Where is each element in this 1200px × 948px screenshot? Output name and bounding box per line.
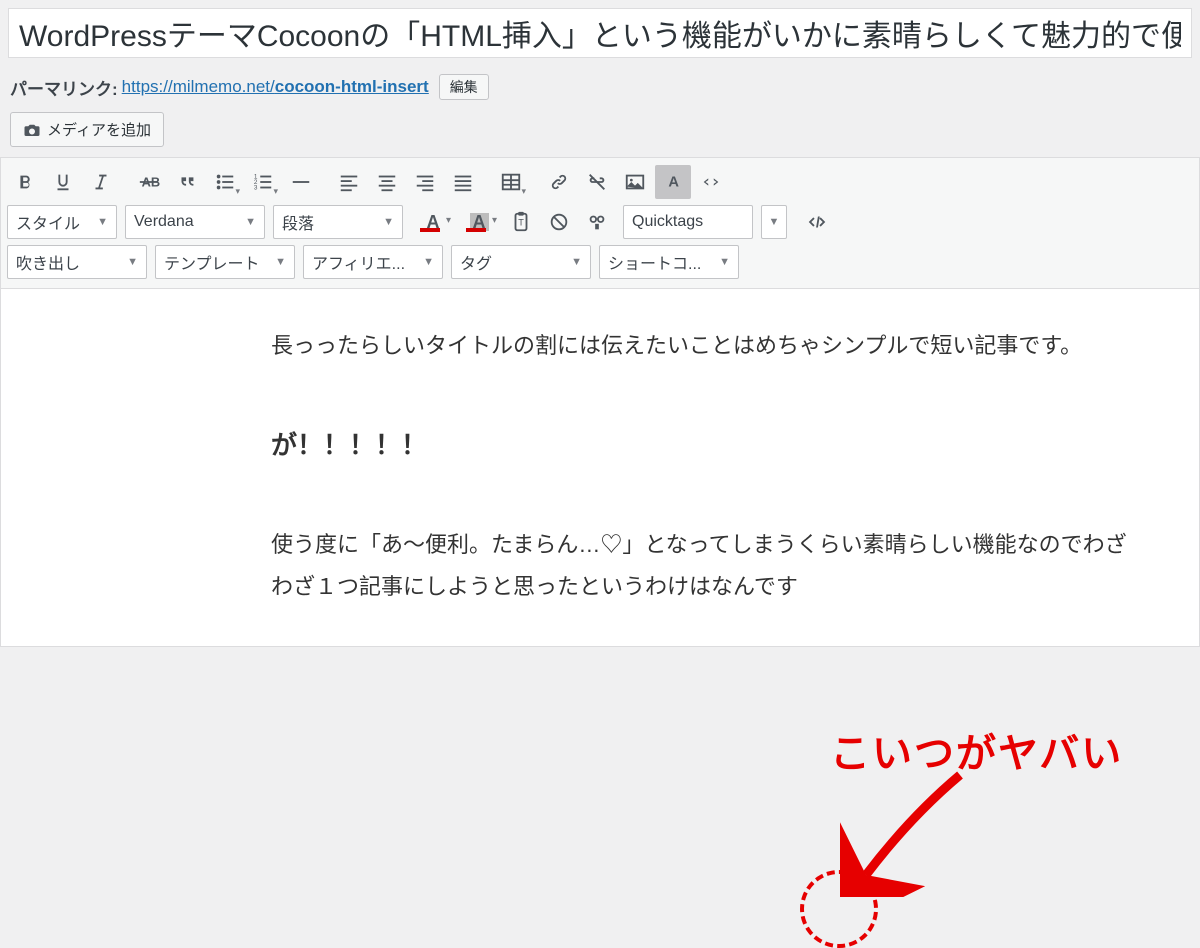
clear-format-button[interactable] [541,205,577,239]
code-button[interactable] [693,165,729,199]
strikethrough-button[interactable]: ABC [131,165,167,199]
bg-color-button[interactable]: A [457,205,501,239]
blockquote-button[interactable] [169,165,205,199]
add-media-label: メディアを追加 [47,119,151,140]
text-color-swatch [420,228,440,232]
unlink-button[interactable] [579,165,615,199]
align-right-button[interactable] [407,165,443,199]
toolbar-row-3: 吹き出し▼ テンプレート▼ アフィリエ...▼ タグ▼ ショートコ...▼ [7,242,1193,282]
text-background-button[interactable]: A [655,165,691,199]
shortcode-select[interactable]: ショートコ...▼ [599,245,739,279]
bullet-list-button[interactable] [207,165,243,199]
align-justify-button[interactable] [445,165,481,199]
editor-toolbar: ABC 123 A スタイル▼ Verdana▼ 段落▼ A [1,158,1199,289]
text-color-button[interactable]: A [411,205,455,239]
permalink-row: パーマリンク: https://milmemo.net/cocoon-html-… [0,64,1200,106]
permalink-link[interactable]: https://milmemo.net/cocoon-html-insert [122,77,429,97]
annotation-arrow-icon [840,757,1020,897]
paste-text-button[interactable]: T [503,205,539,239]
add-media-button[interactable]: メディアを追加 [10,112,164,147]
find-replace-button[interactable] [579,205,615,239]
svg-text:A: A [668,175,679,191]
html-insert-button[interactable] [799,205,835,239]
align-center-button[interactable] [369,165,405,199]
toolbar-row-2: スタイル▼ Verdana▼ 段落▼ A A T Quicktags ▼ [7,202,1193,242]
link-button[interactable] [541,165,577,199]
tag-select[interactable]: タグ▼ [451,245,591,279]
bg-color-swatch [466,228,486,232]
hr-button[interactable] [283,165,319,199]
editor-content[interactable]: 長っったらしいタイトルの割には伝えたいことはめちゃシンプルで短い記事です。 が！… [1,289,1199,646]
content-paragraph: 使う度に「あ〜便利。たまらん…♡」となってしまうくらい素晴らしい機能なのでわざわ… [271,524,1139,608]
permalink-edit-button[interactable]: 編集 [439,74,489,100]
svg-text:T: T [518,218,524,228]
permalink-slug: cocoon-html-insert [275,77,429,96]
quicktags-caret[interactable]: ▼ [761,205,787,239]
numbered-list-button[interactable]: 123 [245,165,281,199]
content-paragraph: 長っったらしいタイトルの割には伝えたいことはめちゃシンプルで短い記事です。 [271,325,1139,367]
content-paragraph: が！！！！！ [271,421,1139,470]
template-select[interactable]: テンプレート▼ [155,245,295,279]
align-left-button[interactable] [331,165,367,199]
toolbar-row-1: ABC 123 A [7,162,1193,202]
affiliate-select[interactable]: アフィリエ...▼ [303,245,443,279]
bold-button[interactable] [7,165,43,199]
underline-button[interactable] [45,165,81,199]
camera-icon [23,121,41,139]
quicktags-select[interactable]: Quicktags [623,205,753,239]
table-button[interactable] [493,165,529,199]
svg-text:3: 3 [254,184,258,191]
permalink-label: パーマリンク: [10,75,118,100]
editor: ABC 123 A スタイル▼ Verdana▼ 段落▼ A [0,157,1200,647]
permalink-base: https://milmemo.net/ [122,77,275,96]
post-title-input[interactable] [8,8,1192,58]
balloon-select[interactable]: 吹き出し▼ [7,245,147,279]
italic-button[interactable] [83,165,119,199]
annotation-circle [800,870,878,948]
font-select[interactable]: Verdana▼ [125,205,265,239]
insert-media-button[interactable] [617,165,653,199]
paragraph-select[interactable]: 段落▼ [273,205,403,239]
annotation-text: こいつがヤバい [830,721,1123,779]
style-select[interactable]: スタイル▼ [7,205,117,239]
